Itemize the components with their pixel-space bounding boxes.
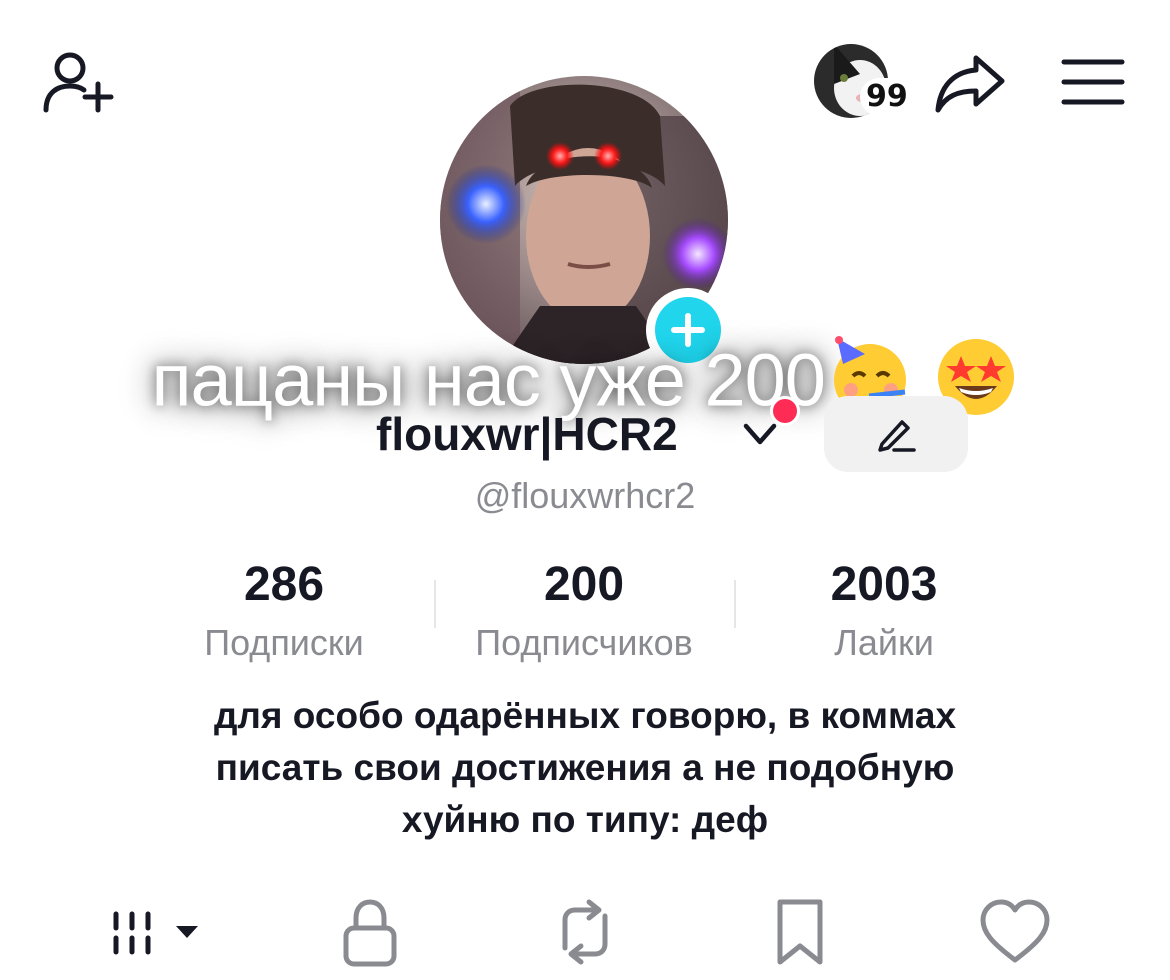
tab-videos[interactable]: [100, 892, 210, 972]
tab-private[interactable]: [330, 892, 410, 972]
bio-line: для особо одарённых говорю, в коммах: [213, 695, 957, 736]
followers-label: Подписчиков: [475, 622, 693, 663]
share-arrow-icon: [935, 55, 1005, 113]
profile-tabs: [0, 880, 1170, 980]
add-friend-button[interactable]: [36, 44, 120, 120]
display-name[interactable]: flouxwr|HCR2: [376, 404, 678, 464]
likes-count: 2003: [830, 558, 938, 611]
followers-count: 200: [543, 558, 625, 611]
notification-dot: [770, 396, 800, 426]
likes-label: Лайки: [834, 622, 934, 663]
following-label: Подписки: [204, 622, 364, 663]
following-count: 286: [243, 558, 325, 611]
username: @flouxwrhcr2: [474, 475, 696, 516]
repost-icon: [562, 899, 608, 965]
pencil-icon: [878, 420, 916, 452]
notification-count-badge: 99: [860, 78, 914, 116]
add-user-icon: [43, 52, 114, 113]
likes-stat[interactable]: 2003 Лайки: [734, 556, 1034, 666]
share-button[interactable]: [930, 48, 1010, 118]
lock-icon: [343, 899, 397, 967]
followers-stat[interactable]: 200 Подписчиков: [434, 556, 734, 666]
bio-line: писать свои достижения а не подобную: [215, 747, 955, 788]
bio-line: хуйню по типу: деф: [401, 799, 769, 840]
menu-button[interactable]: [1058, 52, 1128, 112]
tab-liked[interactable]: [975, 892, 1055, 972]
bio: для особо одарённых говорю, в коммах пис…: [120, 690, 1050, 846]
hamburger-menu-icon: [1061, 59, 1125, 105]
bookmark-icon: [777, 899, 823, 965]
tab-favorites[interactable]: [760, 892, 840, 972]
caret-down-icon: [176, 926, 198, 938]
grid-icon: [113, 911, 198, 955]
edit-profile-button[interactable]: [824, 396, 968, 472]
following-stat[interactable]: 286 Подписки: [134, 556, 434, 666]
heart-icon: [980, 899, 1050, 963]
tab-reposts[interactable]: [545, 892, 625, 972]
